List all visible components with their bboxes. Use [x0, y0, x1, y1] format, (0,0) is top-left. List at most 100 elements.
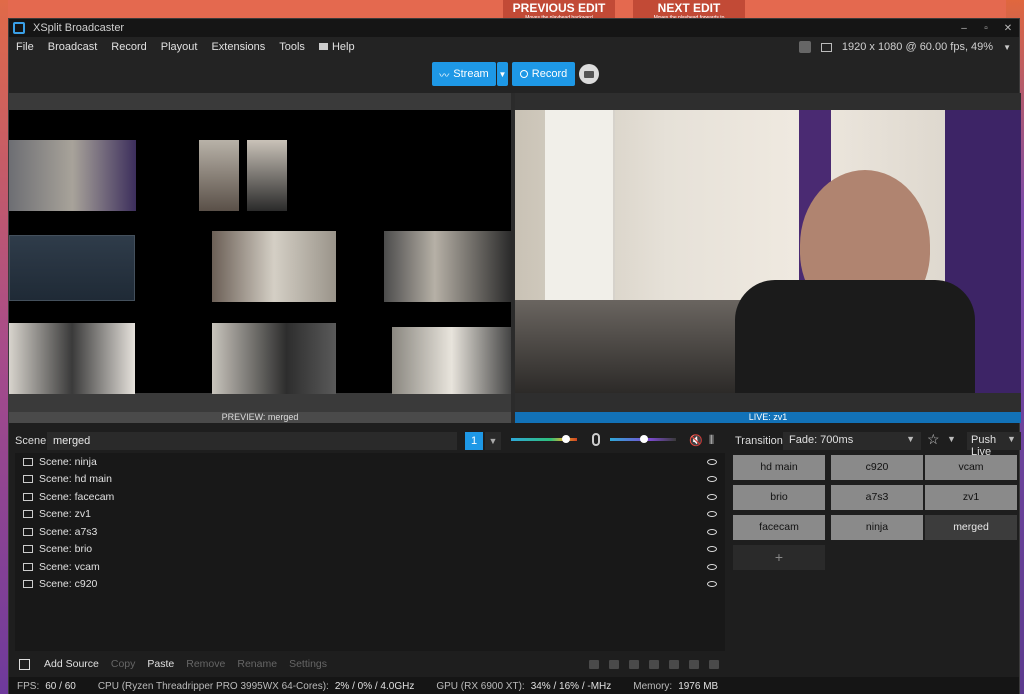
preview-area: PREVIEW: merged LIVE: zv1 — [9, 93, 1021, 423]
star-icon[interactable]: ☆ — [927, 431, 940, 448]
scene-button-grid: hd main c920 vcam brio a7s3 zv1 facecam … — [733, 455, 1019, 655]
resolution-dropdown-icon[interactable]: ▼ — [1003, 43, 1011, 52]
remove-button[interactable]: Remove — [180, 658, 231, 670]
scene-number-dropdown[interactable]: ▼ — [485, 432, 501, 450]
add-source-icon[interactable] — [19, 658, 30, 670]
gpu-value: 34% / 16% / -MHz — [530, 680, 612, 692]
live-canvas[interactable] — [515, 110, 1021, 393]
list-item[interactable]: Scene: c920 — [15, 576, 725, 594]
toolbar: 〰 Stream ▼ Record — [9, 57, 1019, 93]
scene-row-label: Scene: facecam — [39, 490, 115, 503]
fps-value: 60 / 60 — [45, 680, 76, 692]
scene-icon — [23, 475, 33, 484]
transition-label: Transition — [735, 435, 783, 447]
scene-button-facecam[interactable]: facecam — [733, 515, 825, 540]
add-source-button[interactable]: Add Source — [38, 658, 105, 670]
stream-dropdown-button[interactable]: ▼ — [497, 62, 508, 86]
fit-icon[interactable] — [629, 659, 639, 669]
lock-icon[interactable] — [609, 659, 619, 669]
list-item[interactable]: Scene: a7s3 — [15, 523, 725, 541]
menu-extensions[interactable]: Extensions — [204, 41, 272, 53]
live-desk — [515, 300, 755, 393]
resolution-text[interactable]: 1920 x 1080 @ 60.00 fps, 49% — [842, 41, 993, 53]
menu-broadcast[interactable]: Broadcast — [41, 41, 105, 53]
settings-button[interactable]: Settings — [283, 658, 333, 670]
eye-icon[interactable] — [707, 476, 717, 483]
screenshot-button[interactable] — [579, 64, 599, 84]
close-source-icon[interactable] — [669, 659, 679, 669]
copy-button[interactable]: Copy — [105, 658, 142, 670]
list-item[interactable]: Scene: vcam — [15, 558, 725, 576]
scene-button-ninja[interactable]: ninja — [831, 515, 923, 540]
menu-bar: File Broadcast Record Playout Extensions… — [9, 37, 1019, 57]
scene-button-zv1[interactable]: zv1 — [925, 485, 1017, 510]
chevron-down-icon[interactable]: ▼ — [1007, 434, 1016, 444]
preview-thumb-small-left — [199, 140, 239, 211]
add-scene-button[interactable]: + — [733, 545, 825, 570]
speaker-volume-knob[interactable] — [562, 435, 571, 443]
list-item[interactable]: Scene: facecam — [15, 488, 725, 506]
desktop-background-left — [0, 0, 8, 694]
live-person-body — [735, 280, 975, 393]
folder-icon[interactable] — [589, 659, 599, 669]
speaker-volume-slider[interactable] — [511, 435, 577, 445]
arrow-up-icon[interactable] — [709, 659, 719, 669]
audio-mixer-icon[interactable]: ⫴ — [709, 433, 714, 448]
speaker-mute-icon[interactable]: 🔇 — [689, 434, 703, 447]
preview-pane: PREVIEW: merged — [9, 93, 511, 423]
share-icon[interactable] — [798, 41, 811, 53]
close-icon[interactable]: ✕ — [997, 23, 1019, 34]
arrow-down-icon[interactable] — [689, 659, 699, 669]
menu-playout[interactable]: Playout — [154, 41, 205, 53]
minimize-icon[interactable]: – — [953, 23, 975, 34]
list-item[interactable]: Scene: ninja — [15, 453, 725, 471]
chevron-down-icon[interactable]: ▼ — [947, 434, 956, 444]
rename-button[interactable]: Rename — [231, 658, 283, 670]
menu-help[interactable]: Help — [312, 41, 362, 53]
scene-source-list: Scene: ninja Scene: hd main Scene: facec… — [15, 453, 725, 651]
eye-icon[interactable] — [707, 563, 717, 570]
transition-value: Fade: 700ms — [789, 434, 854, 446]
background-banner-label: NEXT EDIT — [657, 1, 721, 15]
scene-button-a7s3[interactable]: a7s3 — [831, 485, 923, 510]
eye-icon[interactable] — [707, 458, 717, 465]
eye-icon[interactable] — [707, 511, 717, 518]
scene-button-hd-main[interactable]: hd main — [733, 455, 825, 480]
transition-select[interactable]: Fade: 700ms ▼ — [783, 432, 921, 450]
scene-row-label: Scene: hd main — [39, 473, 112, 486]
layout-icon[interactable] — [649, 659, 659, 669]
menu-file[interactable]: File — [9, 41, 41, 53]
paste-button[interactable]: Paste — [141, 658, 180, 670]
mic-volume-slider[interactable] — [610, 435, 676, 445]
maximize-icon[interactable]: ▫ — [975, 23, 997, 34]
mic-volume-knob[interactable] — [640, 435, 649, 443]
memory-label: Memory: — [633, 680, 673, 692]
scene-name-input[interactable] — [47, 432, 457, 450]
scene-button-brio[interactable]: brio — [733, 485, 825, 510]
source-tools — [589, 659, 725, 669]
scene-icon — [23, 580, 33, 589]
eye-icon[interactable] — [707, 528, 717, 535]
eye-icon[interactable] — [707, 581, 717, 588]
live-label: LIVE: zv1 — [515, 412, 1021, 423]
cpu-label: CPU (Ryzen Threadripper PRO 3995WX 64-Co… — [97, 680, 329, 692]
transition-bar: Transition Fade: 700ms ▼ ☆ ▼ Push Live ▼ — [731, 429, 1021, 458]
menu-tools[interactable]: Tools — [272, 41, 312, 53]
live-door — [545, 110, 615, 330]
eye-icon[interactable] — [707, 546, 717, 553]
microphone-icon[interactable] — [592, 433, 600, 446]
preview-canvas[interactable] — [9, 110, 511, 394]
eye-icon[interactable] — [707, 493, 717, 500]
scene-number-button[interactable]: 1 — [465, 432, 483, 450]
scene-button-vcam[interactable]: vcam — [925, 455, 1017, 480]
list-item[interactable]: Scene: zv1 — [15, 506, 725, 524]
preview-thumb-closeup — [9, 323, 135, 394]
record-button[interactable]: Record — [512, 62, 575, 86]
menu-record[interactable]: Record — [104, 41, 153, 53]
list-item[interactable]: Scene: hd main — [15, 471, 725, 489]
fps-label: FPS: — [17, 680, 40, 692]
scene-button-c920[interactable]: c920 — [831, 455, 923, 480]
stream-button[interactable]: 〰 Stream — [432, 62, 496, 86]
list-item[interactable]: Scene: brio — [15, 541, 725, 559]
scene-button-merged[interactable]: merged — [925, 515, 1017, 540]
